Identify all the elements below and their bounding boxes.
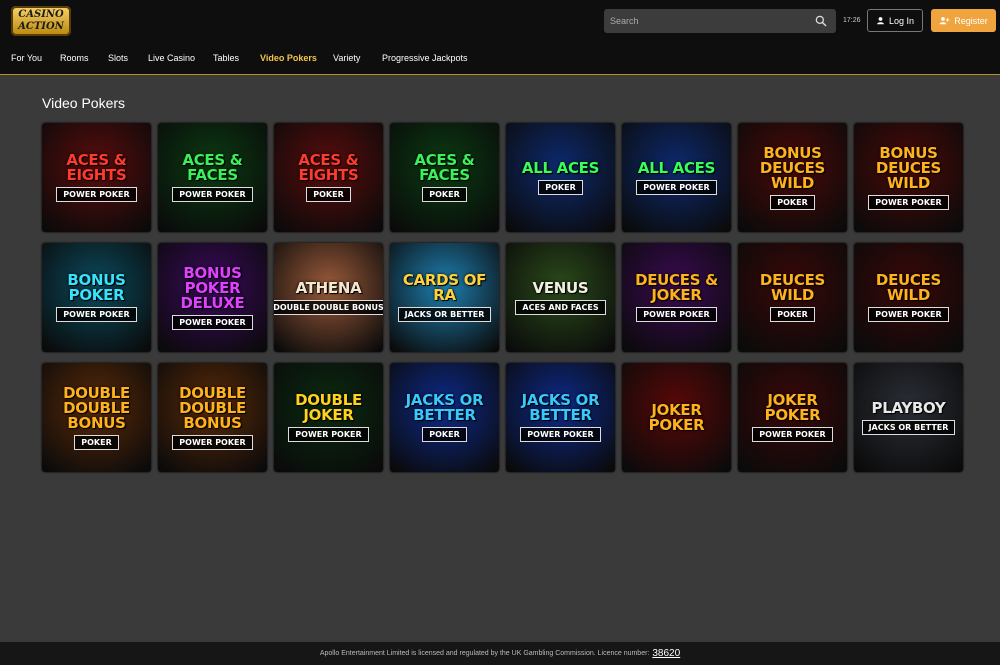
game-subtitle: POWER POKER	[56, 187, 137, 202]
game-tile[interactable]: DEUCES WILD POWER POKER	[854, 243, 963, 352]
game-tile[interactable]: ALL ACES POWER POKER	[622, 123, 731, 232]
game-tile[interactable]: ATHENA DOUBLE DOUBLE BONUS	[274, 243, 383, 352]
game-subtitle: POWER POKER	[868, 194, 949, 210]
game-tile[interactable]: PLAYBOY JACKS OR BETTER	[854, 363, 963, 472]
game-title: BONUS POKER	[67, 271, 126, 304]
licence-number-link[interactable]: 38620	[652, 648, 680, 659]
game-title: JACKS OR BETTER	[521, 391, 600, 424]
login-button[interactable]: Log In	[867, 9, 923, 32]
game-title: ACES & FACES	[182, 151, 243, 184]
game-title: ACES & EIGHTS	[66, 151, 127, 184]
game-title: CARDS OF RA	[402, 271, 487, 304]
game-subtitle: POWER POKER	[172, 314, 253, 330]
nav-rooms[interactable]: Rooms	[60, 53, 89, 63]
logo-line2: ACTION	[18, 21, 64, 32]
game-tile[interactable]: JACKS OR BETTER POWER POKER	[506, 363, 615, 472]
game-title: JACKS OR BETTER	[405, 391, 484, 424]
game-tile[interactable]: ACES & EIGHTS POKER	[274, 123, 383, 232]
game-title: ALL ACES	[637, 158, 716, 177]
licence-footer: Apollo Entertainment Limited is licensed…	[0, 642, 1000, 665]
game-tile[interactable]: CARDS OF RA JACKS OR BETTER	[390, 243, 499, 352]
game-subtitle: POWER POKER	[56, 307, 137, 322]
register-button[interactable]: Register	[931, 9, 996, 32]
game-title: ACES & FACES	[414, 151, 475, 184]
game-title: DEUCES WILD	[875, 271, 942, 304]
game-subtitle: POWER POKER	[520, 427, 601, 442]
game-grid: ACES & EIGHTS POWER POKER ACES & FACES POWE…	[42, 123, 963, 472]
game-subtitle: POKER	[770, 194, 815, 210]
game-subtitle: ACES AND FACES	[515, 299, 606, 315]
game-tile[interactable]: BONUS POKER DELUXE POWER POKER	[158, 243, 267, 352]
game-subtitle: POKER	[74, 434, 119, 450]
game-subtitle: POWER POKER	[868, 307, 949, 322]
game-title: BONUS DEUCES WILD	[759, 143, 826, 192]
game-tile[interactable]: ACES & FACES POKER	[390, 123, 499, 232]
game-tile[interactable]: DOUBLE DOUBLE BONUS POKER	[42, 363, 151, 472]
game-title: BONUS POKER DELUXE	[180, 263, 245, 312]
nav-for-you[interactable]: For You	[11, 53, 42, 63]
clock-time: 17:26	[843, 17, 861, 24]
logo-line1: CASINO	[18, 9, 64, 20]
game-title: BONUS DEUCES WILD	[875, 143, 942, 192]
game-title: ALL ACES	[521, 158, 600, 177]
game-tile[interactable]: ALL ACES POKER	[506, 123, 615, 232]
game-subtitle: POWER POKER	[172, 434, 253, 450]
game-tile[interactable]: BONUS POKER POWER POKER	[42, 243, 151, 352]
game-title: JOKER POKER	[648, 400, 705, 434]
game-title: JOKER POKER	[764, 391, 821, 424]
game-subtitle: POKER	[422, 427, 467, 442]
game-tile[interactable]: JOKER POKER POWER POKER	[738, 363, 847, 472]
game-title: VENUS	[532, 278, 589, 297]
game-tile[interactable]: DEUCES WILD POKER	[738, 243, 847, 352]
page-title: Video Pokers	[42, 95, 126, 111]
game-title: DOUBLE DOUBLE BONUS	[63, 383, 130, 432]
game-title: DEUCES & JOKER	[635, 271, 718, 304]
game-tile[interactable]: ACES & EIGHTS POWER POKER	[42, 123, 151, 232]
game-subtitle: POKER	[306, 187, 351, 202]
user-icon	[877, 17, 884, 25]
nav-progressive-jackpots[interactable]: Progressive Jackpots	[382, 53, 468, 63]
top-header: CASINO ACTION 17:26 Log In Register	[0, 0, 1000, 42]
search-input[interactable]	[604, 9, 804, 33]
search-box	[604, 9, 836, 33]
register-label: Register	[954, 15, 988, 26]
nav-live-casino[interactable]: Live Casino	[148, 53, 195, 63]
game-title: ACES & EIGHTS	[298, 151, 359, 184]
game-title: DOUBLE DOUBLE BONUS	[179, 383, 246, 432]
game-tile[interactable]: DOUBLE DOUBLE BONUS POWER POKER	[158, 363, 267, 472]
game-subtitle: JACKS OR BETTER	[861, 419, 956, 435]
game-subtitle: POWER POKER	[752, 427, 833, 442]
licence-text: Apollo Entertainment Limited is licensed…	[319, 650, 650, 657]
nav-tables[interactable]: Tables	[213, 53, 239, 63]
game-tile[interactable]: BONUS DEUCES WILD POKER	[738, 123, 847, 232]
category-nav: For You Rooms Slots Live Casino Tables V…	[0, 42, 1000, 75]
game-subtitle: POWER POKER	[636, 179, 717, 195]
game-subtitle: POKER	[538, 179, 583, 195]
game-title: ATHENA	[295, 278, 362, 297]
game-subtitle: POWER POKER	[288, 427, 369, 442]
game-title: PLAYBOY	[871, 398, 946, 417]
game-tile[interactable]: DOUBLE JOKER POWER POKER	[274, 363, 383, 472]
nav-slots[interactable]: Slots	[108, 53, 128, 63]
game-tile[interactable]: ACES & FACES POWER POKER	[158, 123, 267, 232]
game-title: DEUCES WILD	[759, 271, 826, 304]
game-subtitle: POWER POKER	[636, 307, 717, 322]
game-subtitle: JACKS OR BETTER	[397, 307, 492, 322]
game-subtitle: POWER POKER	[172, 187, 253, 202]
nav-video-pokers[interactable]: Video Pokers	[260, 53, 317, 63]
game-subtitle: DOUBLE DOUBLE BONUS	[274, 299, 383, 315]
game-subtitle: POKER	[770, 307, 815, 322]
add-user-icon	[939, 17, 950, 25]
search-icon[interactable]	[814, 14, 828, 28]
login-label: Log In	[888, 15, 915, 26]
casino-action-logo[interactable]: CASINO ACTION	[11, 6, 71, 36]
game-tile[interactable]: BONUS DEUCES WILD POWER POKER	[854, 123, 963, 232]
game-tile[interactable]: VENUS ACES AND FACES	[506, 243, 615, 352]
game-tile[interactable]: JACKS OR BETTER POKER	[390, 363, 499, 472]
game-tile[interactable]: DEUCES & JOKER POWER POKER	[622, 243, 731, 352]
game-tile[interactable]: JOKER POKER	[622, 363, 731, 472]
nav-variety[interactable]: Variety	[333, 53, 360, 63]
game-subtitle: POKER	[422, 187, 467, 202]
game-title: DOUBLE JOKER	[295, 391, 362, 424]
